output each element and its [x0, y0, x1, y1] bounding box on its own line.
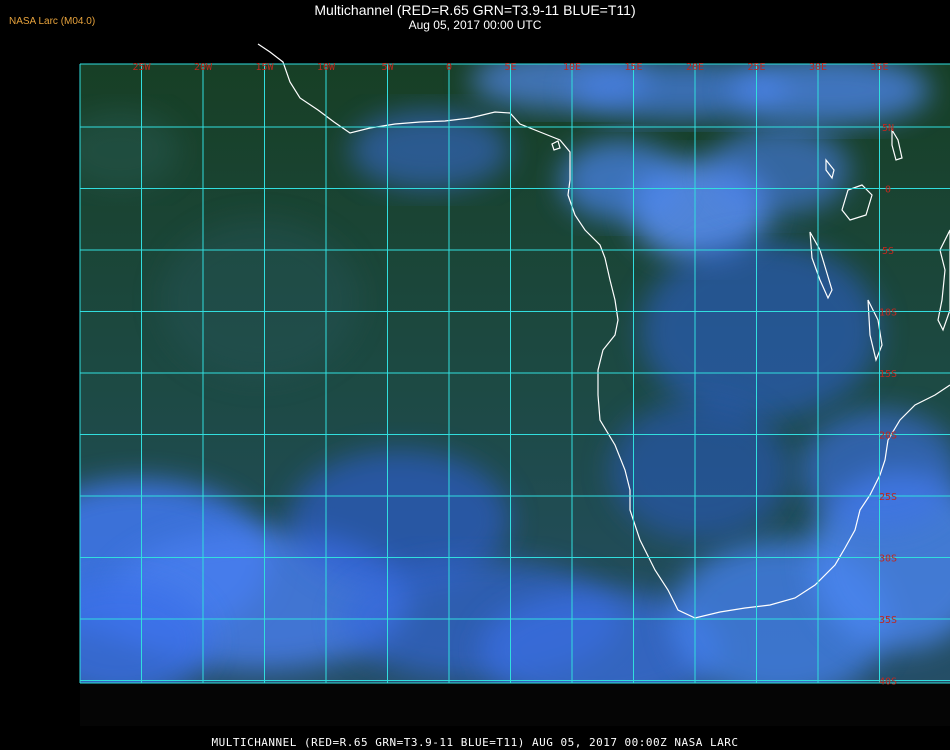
longitude-label: 25W	[132, 62, 151, 73]
no-data-strip	[80, 683, 950, 726]
longitude-label: 0	[446, 62, 452, 73]
latitude-label: 35S	[879, 615, 897, 626]
longitude-label: 15W	[255, 62, 274, 73]
longitude-label: 25E	[747, 62, 765, 73]
latitude-label: 5S	[882, 246, 894, 257]
longitude-label: 35E	[870, 62, 888, 73]
cloud-mass	[560, 140, 680, 220]
longitude-label: 5E	[504, 62, 516, 73]
latitude-label: 25S	[879, 492, 897, 503]
cloud-mass	[80, 110, 180, 190]
latitude-label: 30S	[879, 554, 897, 565]
longitude-label: 20W	[194, 62, 213, 73]
latitude-label: 5N	[882, 123, 894, 134]
longitude-label: 5W	[381, 62, 394, 73]
longitude-label: 15E	[624, 62, 642, 73]
longitude-label: 10W	[317, 62, 336, 73]
footer-caption: MULTICHANNEL (RED=R.65 GRN=T3.9-11 BLUE=…	[211, 736, 739, 749]
latitude-label: 40S	[879, 677, 897, 688]
cloud-mass	[610, 400, 790, 540]
longitude-label: 10E	[563, 62, 581, 73]
satellite-imagery	[80, 64, 950, 726]
latitude-label: 20S	[879, 431, 897, 442]
cloud-mass	[80, 580, 210, 700]
latitude-label: 15S	[879, 369, 897, 380]
longitude-label: 20E	[686, 62, 704, 73]
latitude-label: 10S	[879, 308, 897, 319]
cloud-mass	[710, 125, 850, 215]
cloud-mass	[160, 220, 360, 380]
cloud-mass	[640, 240, 880, 420]
satellite-map: 25W 20W 15W 10W 5W 0 5E 10E 15E 20E 25E 30E 35E 5N 0 5S…	[79, 43, 950, 726]
longitude-label: 30E	[809, 62, 827, 73]
latitude-label: 0	[885, 185, 891, 196]
